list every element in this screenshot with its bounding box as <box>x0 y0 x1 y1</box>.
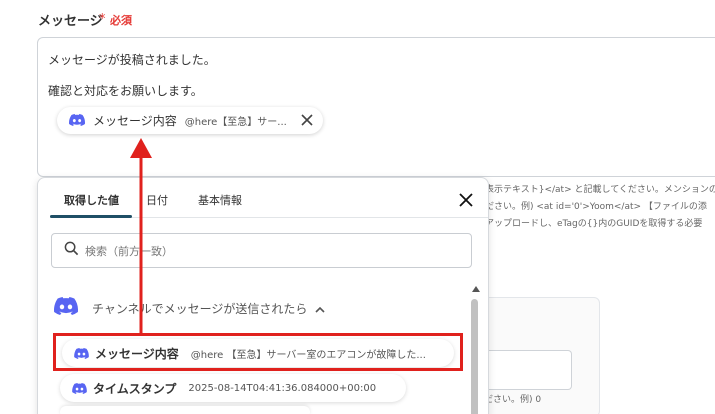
help-text-line-1: 表示テキスト}</at> と記載してください。メンションの <box>485 185 715 195</box>
field-label: メッセージ <box>38 14 103 29</box>
item-value: 2025-08-14T04:41:36.084000+00:00 <box>188 382 377 394</box>
discord-icon <box>69 111 86 130</box>
list-item-timestamp[interactable]: タイムスタンプ 2025-08-14T04:41:36.084000+00:00 <box>60 374 406 402</box>
help-text-line-2: ださい。例) <at id='0'>Yoom</at> 【ファイルの添 <box>485 202 707 212</box>
search-icon <box>64 241 79 260</box>
item-name: タイムスタンプ <box>93 381 177 396</box>
highlight-box <box>53 333 463 371</box>
close-icon[interactable] <box>458 192 474 208</box>
chip-label: メッセージ内容 <box>93 114 177 128</box>
chevron-up-icon[interactable] <box>315 299 325 318</box>
scrollbar-thumb[interactable] <box>471 299 478 414</box>
required-star: * <box>99 12 106 27</box>
tab-basic-info[interactable]: 基本情報 <box>198 192 242 208</box>
discord-icon <box>72 379 87 398</box>
tab-date[interactable]: 日付 <box>146 192 168 208</box>
help-text-line-3: アップロードし、eTagの{}内のGUIDを取得する必要 <box>485 219 703 229</box>
list-item-partial[interactable] <box>60 406 310 414</box>
tab-retrieved-values[interactable]: 取得した値 <box>64 192 119 208</box>
active-tab-indicator <box>50 215 132 218</box>
tab-bar: 取得した値 日付 基本情報 <box>50 178 488 218</box>
message-line-2: 確認と対応をお願いします。 <box>48 84 203 98</box>
required-badge: 必須 <box>110 14 132 27</box>
chip-value: @here【至急】サー... <box>184 117 287 128</box>
close-icon[interactable] <box>299 112 315 128</box>
search-placeholder: 検索（前方一致） <box>85 244 173 258</box>
discord-icon <box>54 297 79 319</box>
scroll-up-arrow[interactable] <box>472 286 480 292</box>
form-screen: メッセージ * 必須 メッセージが投稿されました。 確認と対応をお願いします。 … <box>0 0 715 414</box>
search-input[interactable]: 検索（前方一致） <box>51 233 472 268</box>
variable-chip[interactable]: メッセージ内容 @here【至急】サー... <box>57 107 323 134</box>
group-header[interactable]: チャンネルでメッセージが送信されたら <box>54 297 325 319</box>
message-line-1: メッセージが投稿されました。 <box>48 53 216 67</box>
background-input[interactable] <box>480 350 572 390</box>
background-hint: ださい。例) 0 <box>484 395 542 405</box>
group-label: チャンネルでメッセージが送信されたら <box>92 301 308 316</box>
